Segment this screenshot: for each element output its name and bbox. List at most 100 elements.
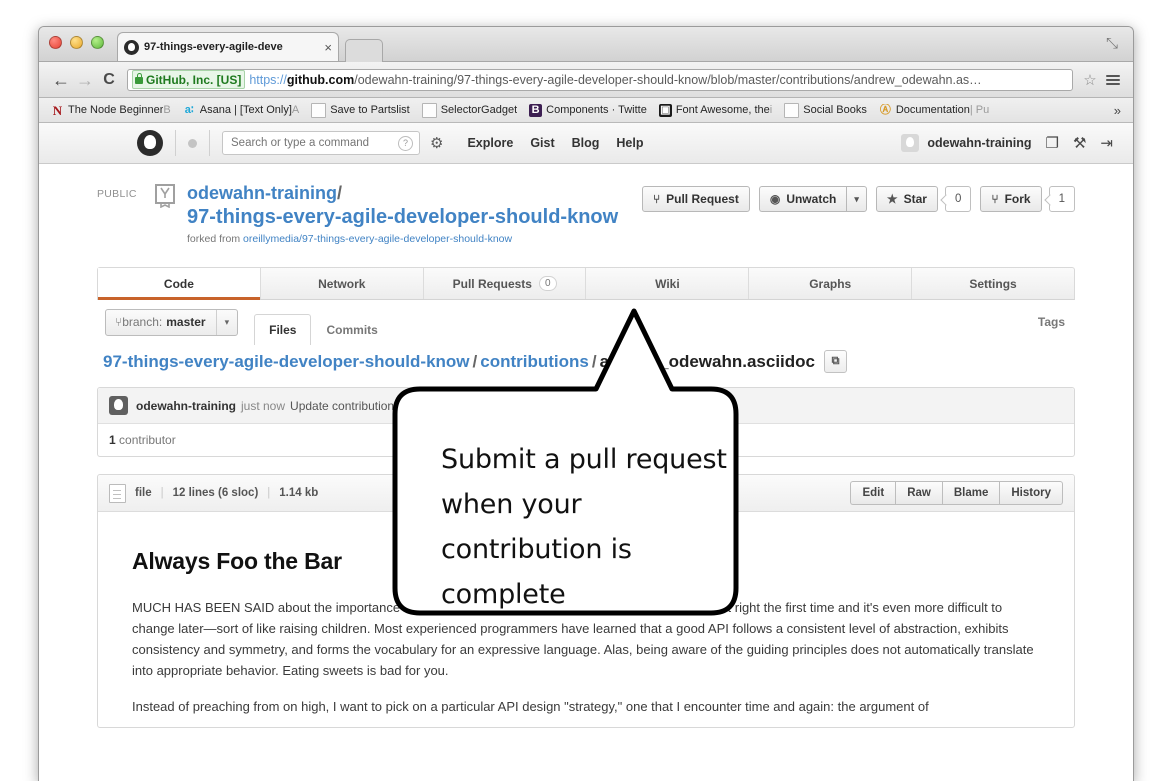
- star-button[interactable]: ★ Star: [876, 186, 938, 212]
- header-divider: [209, 130, 210, 156]
- fork-button-group: ⑂ Fork 1: [980, 186, 1075, 212]
- logout-icon[interactable]: ⇥: [1100, 136, 1113, 151]
- page-icon: [422, 103, 437, 118]
- watch-dropdown-caret-icon[interactable]: ▾: [846, 186, 867, 212]
- tab-label: Wiki: [655, 277, 680, 291]
- tab-wiki[interactable]: Wiki: [586, 268, 749, 299]
- page-icon: [784, 103, 799, 118]
- create-new-icon[interactable]: ❐: [1046, 136, 1059, 151]
- bookmarks-overflow-icon[interactable]: »: [1108, 103, 1127, 118]
- tags-link[interactable]: Tags: [1038, 315, 1073, 329]
- history-button[interactable]: History: [999, 481, 1063, 505]
- breadcrumb: 97-things-every-agile-developer-should-k…: [97, 344, 1075, 387]
- avatar[interactable]: [901, 134, 919, 152]
- nav-gist[interactable]: Gist: [530, 136, 554, 150]
- copy-path-icon[interactable]: ⧉: [824, 350, 847, 373]
- new-tab-button[interactable]: [345, 39, 383, 62]
- visibility-label: PUBLIC: [97, 188, 137, 200]
- contributors-row[interactable]: 1 contributor: [98, 424, 1074, 456]
- branch-icon: ⑂: [115, 315, 122, 329]
- nav-explore[interactable]: Explore: [467, 136, 513, 150]
- fork-count[interactable]: 1: [1049, 186, 1075, 212]
- bookmark-item[interactable]: Social Books: [778, 103, 873, 118]
- chevron-down-icon[interactable]: ▾: [216, 310, 238, 335]
- browser-menu-icon[interactable]: [1103, 75, 1123, 85]
- breadcrumb-file: andrew_odewahn.asciidoc: [600, 352, 815, 372]
- bookmark-item[interactable]: B Components · Twitte: [523, 104, 653, 117]
- asana-icon: a∶: [183, 104, 196, 117]
- forked-from-link[interactable]: oreillymedia/97-things-every-agile-devel…: [243, 233, 512, 245]
- bookmark-item[interactable]: N The Node Beginner B: [45, 104, 177, 117]
- bookmark-item[interactable]: Ⓐ Documentation | Pu: [873, 104, 995, 117]
- github-site-header: ? ⚙ Explore Gist Blog Help odewahn-train…: [39, 123, 1133, 164]
- breadcrumb-separator: /: [592, 352, 597, 372]
- tools-icon[interactable]: ⚒: [1073, 136, 1086, 151]
- file-lines-label: 12 lines (6 sloc): [173, 487, 259, 499]
- maximize-icon[interactable]: ⤡: [1103, 35, 1121, 53]
- zoom-window-button[interactable]: [91, 36, 104, 49]
- unwatch-button[interactable]: ◉ Unwatch: [759, 186, 847, 212]
- branch-selector[interactable]: ⑂ branch: master ▾: [105, 309, 238, 336]
- pull-request-button[interactable]: ⑂ Pull Request: [642, 186, 750, 212]
- bookmark-item[interactable]: SelectorGadget: [416, 103, 523, 118]
- latest-commit-box: odewahn-training just now Update contrib…: [97, 387, 1075, 457]
- bookmark-trail: | Pu: [970, 104, 989, 116]
- pull-request-label: Pull Request: [666, 192, 739, 206]
- back-icon[interactable]: ←: [49, 71, 73, 89]
- repository-container: PUBLIC odewahn-training/ 97: [39, 164, 1133, 728]
- reload-icon[interactable]: C: [97, 72, 121, 88]
- search-input[interactable]: [229, 136, 398, 150]
- bookmark-item[interactable]: Save to Partslist: [305, 103, 415, 118]
- star-count[interactable]: 0: [945, 186, 971, 212]
- bookmark-trail: B: [163, 104, 170, 116]
- eye-icon: ◉: [770, 193, 780, 205]
- avatar[interactable]: [109, 396, 128, 415]
- browser-tab[interactable]: 97-things-every-agile-deve ×: [117, 32, 339, 61]
- github-favicon-icon: [124, 40, 139, 55]
- close-tab-icon[interactable]: ×: [324, 41, 332, 54]
- gear-icon[interactable]: ⚙: [430, 136, 443, 151]
- meta-separator: |: [161, 487, 164, 499]
- bookmark-item[interactable]: ▣ Font Awesome, the i: [653, 104, 778, 117]
- article-title: Always Foo the Bar: [132, 548, 1040, 575]
- bookmark-label: Social Books: [803, 104, 867, 116]
- help-icon[interactable]: ?: [398, 136, 413, 151]
- tab-network[interactable]: Network: [261, 268, 424, 299]
- nav-help[interactable]: Help: [616, 136, 643, 150]
- bookmark-item[interactable]: a∶ Asana | [Text Only] A: [177, 104, 305, 117]
- edit-button[interactable]: Edit: [850, 481, 895, 505]
- blame-button[interactable]: Blame: [942, 481, 1000, 505]
- tab-graphs[interactable]: Graphs: [749, 268, 912, 299]
- meta-separator: |: [267, 487, 270, 499]
- username-label[interactable]: odewahn-training: [927, 136, 1031, 150]
- tab-settings[interactable]: Settings: [912, 268, 1074, 299]
- notification-dot-icon[interactable]: [188, 139, 197, 148]
- tab-files[interactable]: Files: [254, 314, 311, 345]
- branch-name: master: [166, 315, 205, 329]
- minimize-window-button[interactable]: [70, 36, 83, 49]
- tab-code[interactable]: Code: [98, 268, 261, 299]
- commit-time: just now: [241, 399, 285, 413]
- repository-owner-link[interactable]: odewahn-training: [187, 183, 337, 203]
- tab-pull-requests[interactable]: Pull Requests 0: [424, 268, 587, 299]
- commit-author[interactable]: odewahn-training: [136, 399, 236, 413]
- breadcrumb-repo[interactable]: 97-things-every-agile-developer-should-k…: [103, 352, 470, 372]
- commit-message[interactable]: Update contributions/andrew_odewahn.asci…: [290, 399, 545, 413]
- star-button-group: ★ Star 0: [876, 186, 972, 212]
- close-window-button[interactable]: [49, 36, 62, 49]
- forward-icon[interactable]: →: [73, 71, 97, 89]
- repository-name-link[interactable]: 97-things-every-agile-developer-should-k…: [187, 205, 618, 229]
- tab-commits[interactable]: Commits: [311, 314, 392, 345]
- site-search-box[interactable]: ?: [222, 131, 420, 155]
- breadcrumb-folder[interactable]: contributions: [480, 352, 589, 372]
- site-security-badge[interactable]: GitHub, Inc. [US]: [132, 70, 245, 89]
- file-meta-bar: file | 12 lines (6 sloc) | 1.14 kb Edit …: [98, 475, 1074, 512]
- raw-button[interactable]: Raw: [895, 481, 942, 505]
- nav-blog[interactable]: Blog: [572, 136, 600, 150]
- pull-request-icon: ⑂: [653, 193, 660, 205]
- github-logo-icon[interactable]: [137, 130, 163, 156]
- address-bar[interactable]: GitHub, Inc. [US] https://github.com/ode…: [127, 69, 1073, 91]
- fork-button[interactable]: ⑂ Fork: [980, 186, 1041, 212]
- bookmark-star-icon[interactable]: ☆: [1081, 71, 1099, 89]
- font-awesome-icon: ▣: [659, 104, 672, 117]
